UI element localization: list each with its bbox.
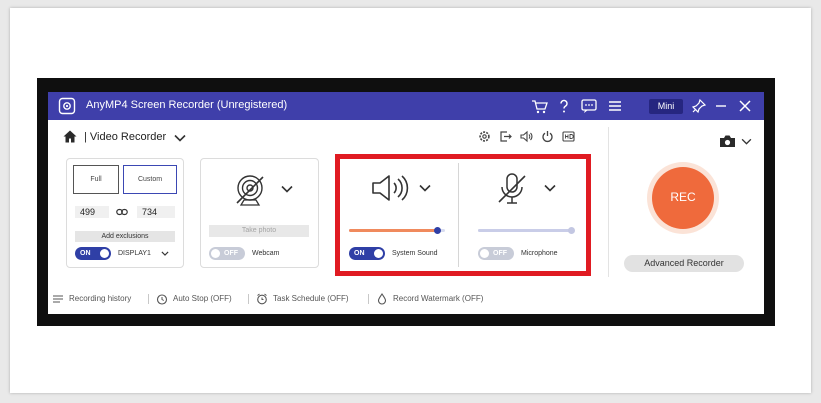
- system-sound-volume-knob[interactable]: [433, 227, 441, 234]
- audio-highlight-box: ON System Sound OFF Microphone: [335, 154, 591, 276]
- timer-icon: [156, 294, 168, 305]
- custom-option-label: Custom: [137, 176, 163, 183]
- hd-icon[interactable]: [562, 130, 575, 143]
- toggle-knob: [480, 249, 489, 258]
- cart-icon[interactable]: [530, 97, 548, 115]
- system-sound-toggle-label: ON: [354, 250, 365, 257]
- footer-divider: [148, 294, 149, 304]
- toggle-knob: [211, 249, 220, 258]
- microphone-toggle[interactable]: OFF: [478, 247, 514, 260]
- window-title: AnyMP4 Screen Recorder (Unregistered): [86, 99, 288, 111]
- speaker-icon[interactable]: [370, 173, 410, 203]
- microphone-toggle-label: OFF: [493, 250, 507, 257]
- microphone-volume-fill: [478, 229, 572, 232]
- recorder-window: AnyMP4 Screen Recorder (Unregistered) Mi…: [48, 92, 764, 314]
- watermark-icon: [377, 293, 387, 305]
- system-sound-chevron-icon[interactable]: [419, 184, 431, 192]
- toggle-knob: [100, 249, 109, 258]
- height-input[interactable]: 734: [137, 206, 175, 218]
- chevron-down-icon[interactable]: [174, 134, 186, 142]
- region-toggle-label: ON: [80, 250, 91, 257]
- microphone-disabled-icon[interactable]: [496, 172, 528, 206]
- rec-button[interactable]: REC: [652, 167, 714, 229]
- history-list-icon: [53, 295, 63, 303]
- microphone-chevron-icon[interactable]: [544, 184, 556, 192]
- custom-region-option[interactable]: Custom: [123, 165, 177, 194]
- webcam-label: Webcam: [252, 250, 280, 257]
- system-sound-toggle[interactable]: ON: [349, 247, 385, 260]
- record-watermark-label: Record Watermark (OFF): [393, 294, 484, 303]
- system-sound-label: System Sound: [392, 250, 438, 257]
- auto-stop-label: Auto Stop (OFF): [173, 294, 232, 303]
- power-icon[interactable]: [541, 130, 554, 143]
- display-select[interactable]: DISPLAY1: [118, 250, 151, 257]
- settings-gear-icon[interactable]: [478, 130, 491, 143]
- camera-icon[interactable]: [719, 134, 736, 148]
- system-sound-volume-fill: [349, 229, 438, 232]
- webcam-toggle-label: OFF: [224, 250, 238, 257]
- feedback-icon[interactable]: [580, 97, 598, 115]
- region-card: Full Custom 499 734 Add exclusions ON DI…: [66, 158, 184, 268]
- close-icon[interactable]: [736, 97, 754, 115]
- webcam-toggle[interactable]: OFF: [209, 247, 245, 260]
- audio-settings-icon[interactable]: [520, 130, 533, 143]
- rec-label: REC: [670, 190, 696, 204]
- alarm-clock-icon: [257, 293, 267, 305]
- pin-icon[interactable]: [690, 97, 708, 115]
- system-sound-volume-slider[interactable]: [349, 229, 445, 232]
- webcam-card: Take photo OFF Webcam: [200, 158, 319, 268]
- footer-divider: [248, 294, 249, 304]
- microphone-volume-knob[interactable]: [567, 227, 575, 234]
- menu-icon[interactable]: [606, 97, 624, 115]
- mini-mode-button[interactable]: Mini: [649, 99, 683, 114]
- app-logo-icon: [58, 97, 76, 115]
- recording-history-label: Recording history: [69, 294, 132, 303]
- screenshot-chevron-icon[interactable]: [741, 138, 752, 145]
- panel-divider: [608, 127, 609, 277]
- webcam-disabled-icon[interactable]: [233, 173, 267, 209]
- region-toggle[interactable]: ON: [75, 247, 111, 260]
- toggle-knob: [374, 249, 383, 258]
- task-schedule-label: Task Schedule (OFF): [273, 294, 349, 303]
- add-exclusions-button[interactable]: Add exclusions: [75, 231, 175, 242]
- footer-bar: Recording history Auto Stop (OFF) Task S…: [48, 288, 764, 310]
- audio-divider: [458, 163, 459, 267]
- mode-header: | Video Recorder: [48, 120, 608, 150]
- microphone-volume-slider[interactable]: [478, 229, 574, 232]
- display-chevron-icon[interactable]: [161, 251, 169, 256]
- advanced-recorder-button[interactable]: Advanced Recorder: [624, 255, 744, 272]
- help-icon[interactable]: [555, 97, 573, 115]
- full-option-label: Full: [90, 176, 102, 183]
- take-photo-button[interactable]: Take photo: [209, 225, 309, 237]
- microphone-label: Microphone: [521, 250, 558, 257]
- export-icon[interactable]: [499, 130, 512, 143]
- breadcrumb: | Video Recorder: [84, 131, 167, 143]
- minimize-icon[interactable]: [712, 97, 730, 115]
- full-screen-option[interactable]: Full: [73, 165, 119, 194]
- home-icon[interactable]: [63, 130, 77, 143]
- footer-divider: [368, 294, 369, 304]
- title-bar: AnyMP4 Screen Recorder (Unregistered) Mi…: [48, 92, 764, 120]
- link-icon[interactable]: [116, 208, 128, 216]
- width-input[interactable]: 499: [75, 206, 109, 218]
- webcam-chevron-icon[interactable]: [281, 185, 293, 193]
